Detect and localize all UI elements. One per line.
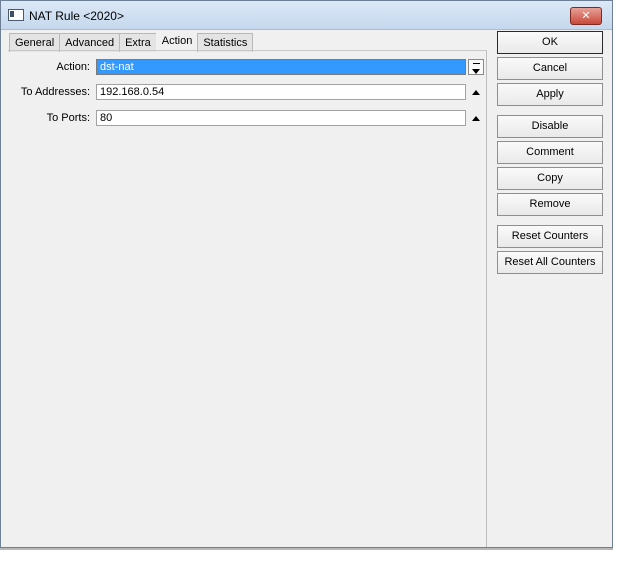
dropdown-bar-icon [473, 63, 480, 64]
disable-button[interactable]: Disable [497, 115, 603, 138]
to-ports-row: To Ports: 80 [15, 110, 485, 128]
to-addresses-row: To Addresses: 192.168.0.54 [15, 84, 485, 102]
comment-button[interactable]: Comment [497, 141, 603, 164]
to-ports-input[interactable]: 80 [96, 110, 466, 126]
collapse-up-icon[interactable] [472, 90, 480, 95]
window-title: NAT Rule <2020> [29, 9, 124, 23]
remove-button[interactable]: Remove [497, 193, 603, 216]
reset-all-counters-button[interactable]: Reset All Counters [497, 251, 603, 274]
collapse-up-icon[interactable] [472, 116, 480, 121]
to-addresses-label: To Addresses: [20, 86, 90, 98]
title-bar[interactable]: NAT Rule <2020> ✕ [1, 1, 612, 30]
tab-action[interactable]: Action [155, 30, 199, 52]
cancel-button[interactable]: Cancel [497, 57, 603, 80]
action-dropdown-button[interactable] [468, 59, 484, 75]
window-icon [8, 9, 24, 21]
ok-button[interactable]: OK [497, 31, 603, 54]
action-label: Action: [56, 61, 90, 73]
reset-counters-button[interactable]: Reset Counters [497, 225, 603, 248]
copy-button[interactable]: Copy [497, 167, 603, 190]
window-shadow [0, 548, 613, 550]
nat-rule-window: NAT Rule <2020> ✕ General Advanced Extra Ac… [0, 0, 613, 548]
tab-bar: General Advanced Extra Action Statistics [9, 30, 254, 52]
apply-button[interactable]: Apply [497, 83, 603, 106]
close-button[interactable]: ✕ [570, 7, 602, 25]
to-ports-label: To Ports: [46, 112, 90, 124]
chevron-down-icon [472, 69, 480, 74]
to-addresses-input[interactable]: 192.168.0.54 [96, 84, 466, 100]
action-tab-panel: Action: dst-nat To Addresses: 192.168.0.… [8, 50, 487, 547]
action-row: Action: dst-nat [15, 59, 485, 77]
action-select[interactable]: dst-nat [96, 59, 466, 75]
